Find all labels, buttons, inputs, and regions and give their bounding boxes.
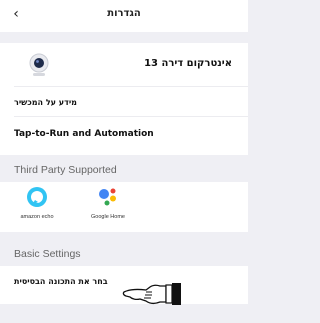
- camera-icon: [29, 53, 49, 76]
- google-home-logo[interactable]: Google Home: [84, 186, 132, 220]
- tap-to-run-label: Tap-to-Run and Automation: [14, 129, 154, 139]
- tap-to-run-row[interactable]: Tap-to-Run and Automation: [0, 117, 248, 155]
- basic-feature-label: בחר את התכונה הבסיסית: [14, 277, 108, 286]
- amazon-echo-logo[interactable]: amazon echo: [16, 186, 58, 220]
- device-row[interactable]: אינטרקום דירה 13: [0, 43, 248, 87]
- page-title: הגדרות: [107, 8, 141, 19]
- amazon-echo-label: amazon echo: [20, 214, 54, 220]
- google-assistant-icon: [99, 188, 116, 206]
- alexa-icon: [27, 187, 47, 207]
- google-home-label: Google Home: [91, 214, 125, 220]
- pointing-hand-icon: [122, 283, 181, 305]
- top-bar: ‹ הגדרות: [0, 0, 248, 32]
- device-name: אינטרקום דירה 13: [144, 58, 232, 69]
- device-info-label: מידע על המכשיר: [14, 98, 77, 107]
- third-party-section-title: Third Party Supported: [14, 164, 117, 176]
- basic-settings-section-title: Basic Settings: [14, 248, 81, 260]
- device-info-row[interactable]: מידע על המכשיר: [0, 87, 248, 117]
- third-party-row: amazon echo Google Home: [0, 182, 248, 232]
